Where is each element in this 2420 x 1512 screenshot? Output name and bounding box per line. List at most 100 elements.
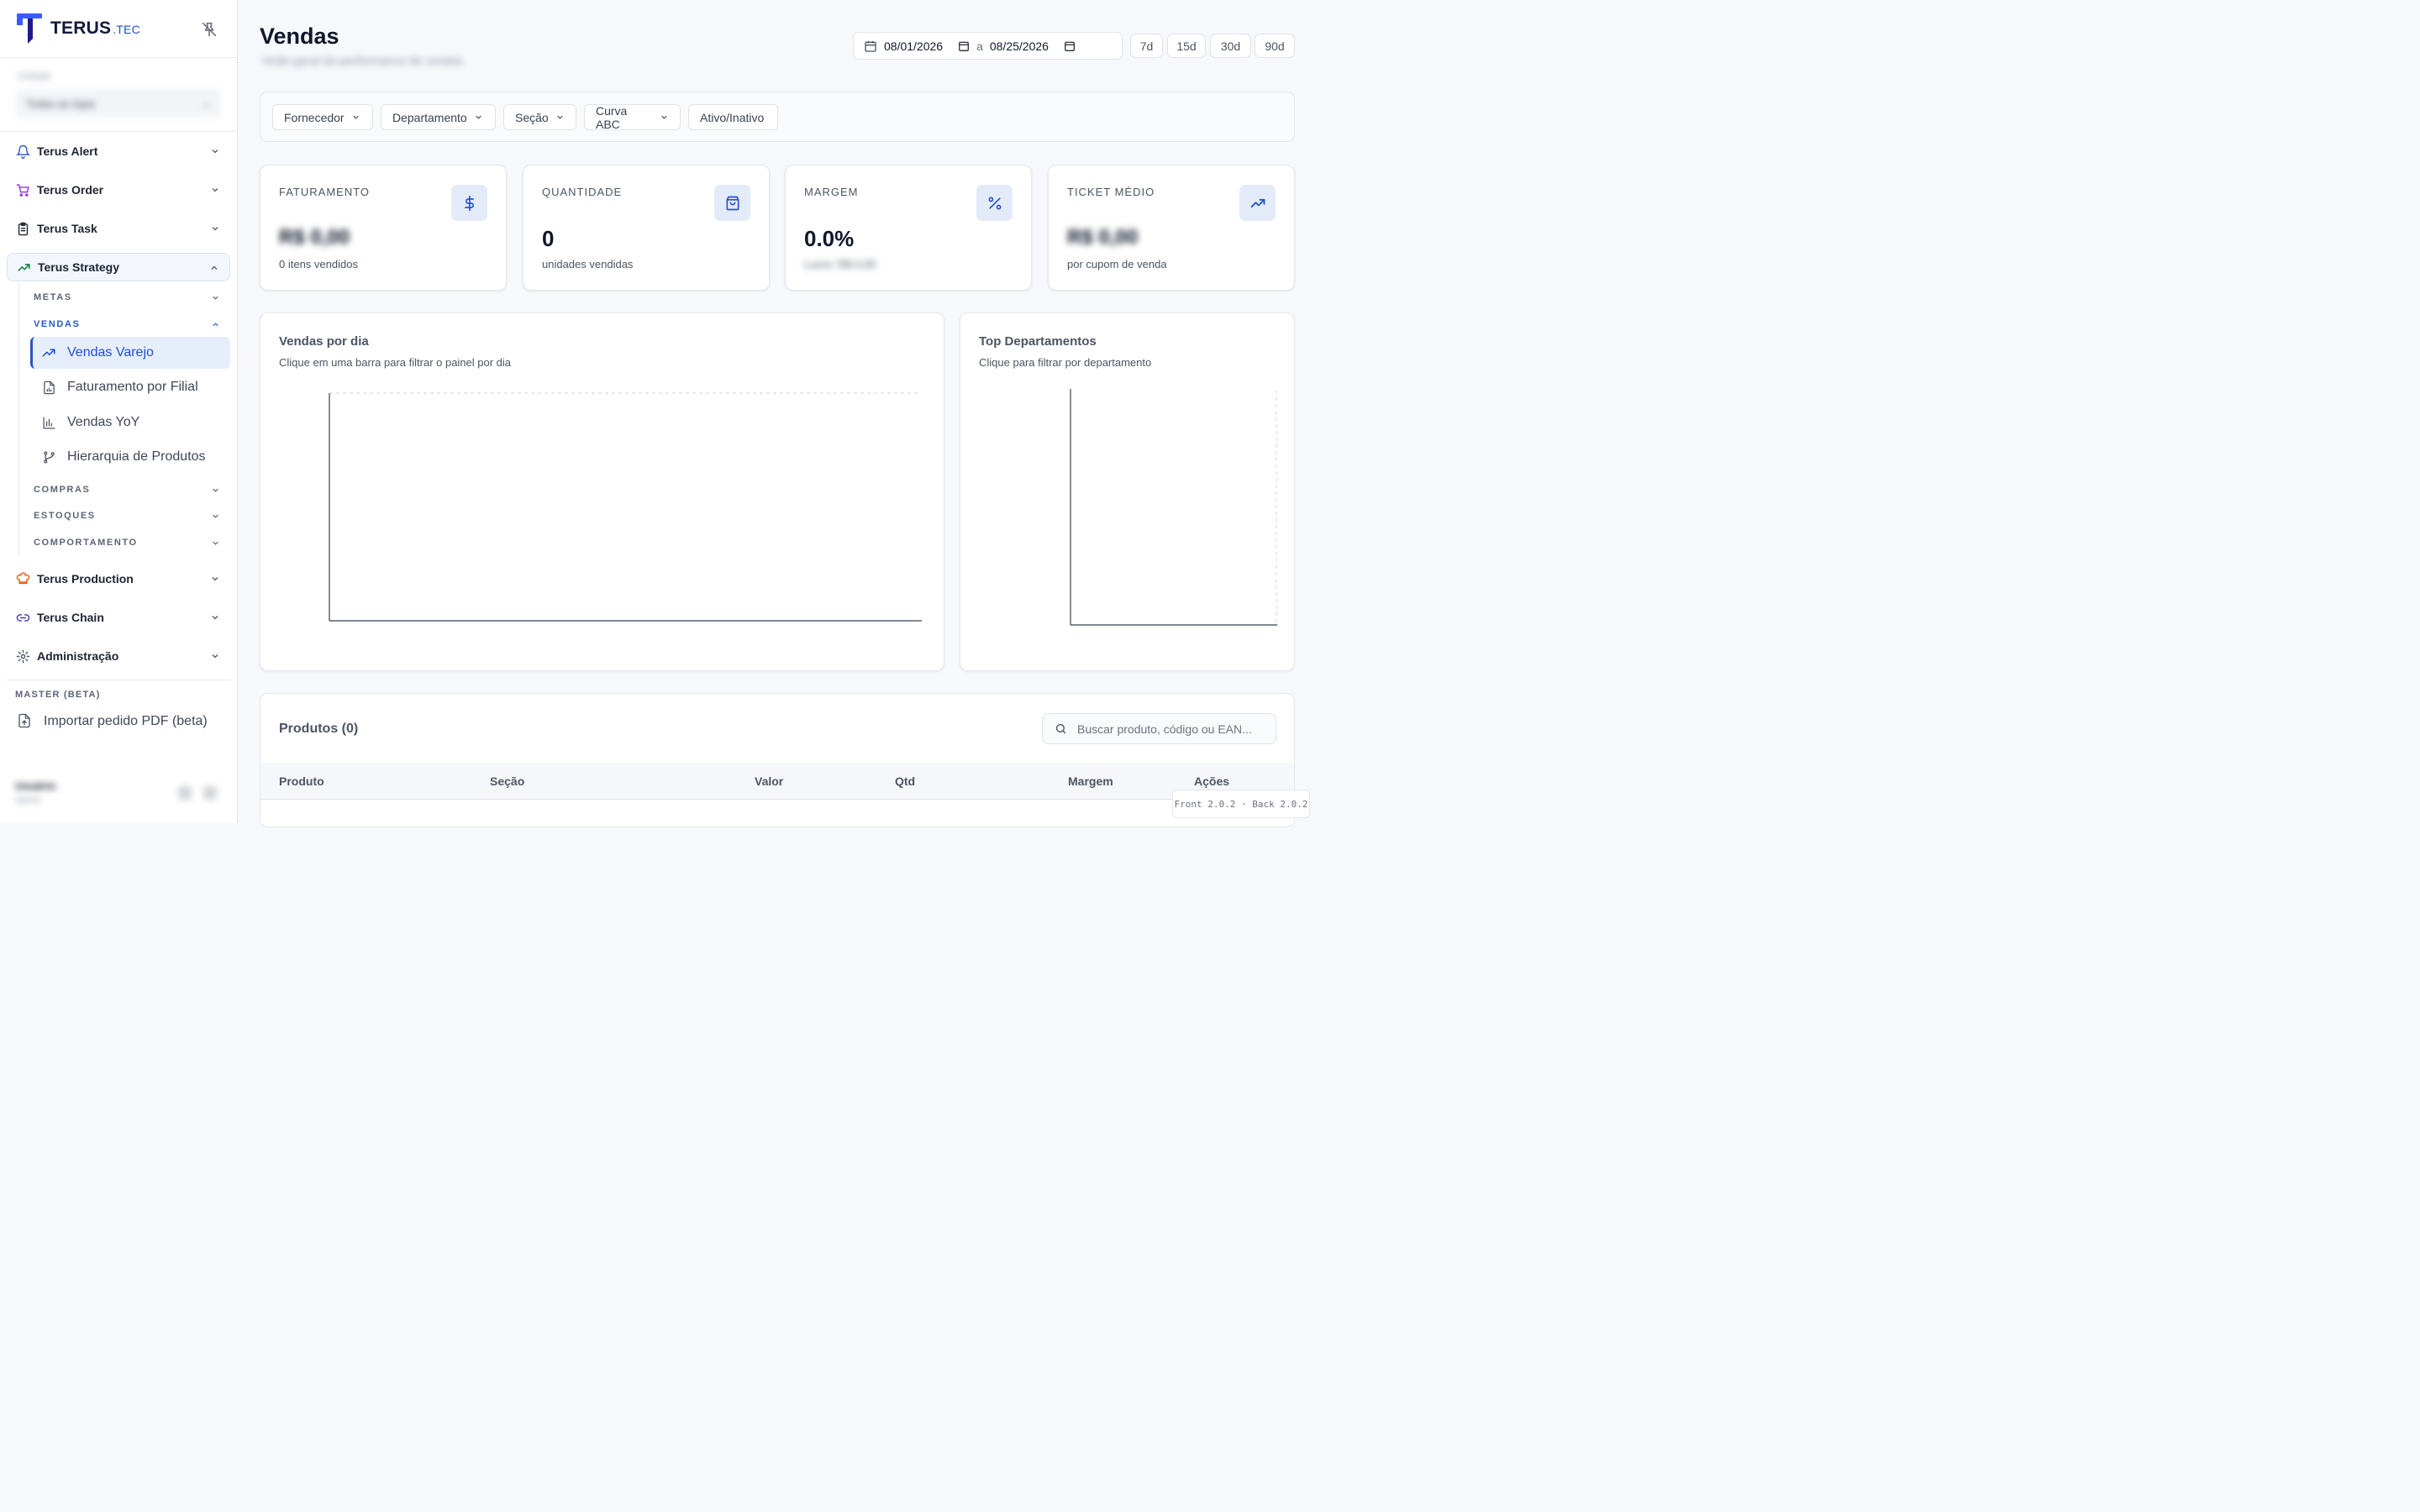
nav-label: Terus Task [37,222,97,235]
calendar-picker-icon[interactable] [1064,40,1076,52]
terus-logo-icon [17,13,42,44]
chevron-down-icon [212,654,218,659]
nav-terus-task[interactable]: Terus Task [7,214,230,243]
filter-ativo-inativo[interactable]: Ativo/Inativo [688,104,778,130]
chevron-up-icon [211,265,218,270]
main-content: Vendas Visão geral da performance de ven… [238,0,1318,827]
filter-fornecedor[interactable]: Fornecedor [272,104,373,130]
menu-vendas-yoy[interactable]: Vendas YoY [30,407,230,438]
nav-administracao[interactable]: Administração [7,642,230,670]
calendar-picker-icon[interactable] [958,40,970,52]
submenu-vendas[interactable]: VENDAS [34,316,224,333]
nav-terus-strategy[interactable]: Terus Strategy [7,253,230,281]
file-chart-icon [40,379,57,396]
submenu-estoques[interactable]: ESTOQUES [34,507,224,524]
kpi-title: TICKET MÉDIO [1067,186,1155,198]
sidebar: TERUS .TEC Unidade Todas as lojas ⌄ Terus … [0,0,238,823]
chevron-down-icon [213,541,218,545]
product-search-input[interactable]: Buscar produto, código ou EAN... [1042,713,1276,744]
page-subtitle: Visão geral da performance de vendas [261,54,464,67]
user-profile[interactable]: Usuário Admin [15,780,225,811]
chevron-down-icon [661,115,667,119]
daily-sales-chart-area[interactable] [260,313,945,672]
date-range-picker[interactable]: 08/01/2026 a 08/25/2026 [853,32,1123,60]
nav-label: Terus Production [37,572,134,585]
filter-departamento[interactable]: Departamento [381,104,496,130]
date-separator: a [976,39,983,53]
kpi-subtitle: 0 itens vendidos [279,258,358,270]
quick-range-90d[interactable]: 90d [1255,34,1295,58]
logout-icon[interactable] [203,786,217,800]
version-badge: Front 2.0.2 · Back 2.0.2 [1172,790,1310,818]
column-header-acoes: Ações [1194,774,1230,788]
chart-top-departamentos: Top Departamentos Clique para filtrar po… [960,312,1295,671]
column-header-secao[interactable]: Seção [490,774,524,788]
kpi-value: R$ 0,00 [1067,226,1139,249]
column-header-valor[interactable]: Valor [755,774,783,788]
menu-faturamento-filial[interactable]: Faturamento por Filial [30,371,230,403]
quick-range-30d[interactable]: 30d [1210,34,1251,58]
submenu-comportamento[interactable]: COMPORTAMENTO [34,534,224,551]
calendar-icon [865,40,876,52]
user-name: Usuário [15,780,56,792]
column-header-margem[interactable]: Margem [1068,774,1113,788]
nav-terus-alert[interactable]: Terus Alert [7,137,230,165]
nav-label: Terus Strategy [38,260,119,274]
column-header-qtd[interactable]: Qtd [895,774,915,788]
kpi-subtitle: por cupom de venda [1067,258,1167,270]
kpi-value: 0.0% [804,226,855,251]
git-branch-icon [40,449,57,465]
date-to-input[interactable]: 08/25/2026 [990,39,1076,53]
brand-name: TERUS .TEC [50,18,140,38]
submenu-metas[interactable]: METAS [34,289,224,306]
chevron-down-icon [213,514,218,518]
nav-terus-production[interactable]: Terus Production [7,564,230,593]
nav-terus-order[interactable]: Terus Order [7,176,230,204]
quick-range-7d[interactable]: 7d [1130,34,1163,58]
quick-range-15d[interactable]: 15d [1167,34,1206,58]
kpi-value: 0 [542,226,555,251]
column-header-produto[interactable]: Produto [279,774,324,788]
nav-terus-chain[interactable]: Terus Chain [7,603,230,632]
shopping-cart-icon [15,182,30,197]
chevron-down-icon [352,115,359,119]
master-section-label: MASTER (BETA) [15,690,101,700]
departments-chart-area[interactable] [960,313,1296,672]
submenu-rail [18,282,19,556]
chevron-down-icon [476,115,481,119]
kpi-quantidade: QUANTIDADE 0 unidades vendidas [523,165,770,291]
kpi-faturamento: FATURAMENTO R$ 0,00 0 itens vendidos [260,165,507,291]
clipboard-icon [15,221,30,236]
store-select[interactable]: Todas as lojas ⌄ [17,90,220,117]
filter-curva-abc[interactable]: Curva ABC [584,104,681,131]
kpi-subtitle: Lucro: R$ 0,00 [804,258,876,270]
nav-label: Terus Alert [37,144,98,158]
kpi-title: MARGEM [804,186,859,198]
page-title: Vendas [260,24,339,49]
search-icon [1055,723,1066,734]
store-selector-block: Unidade Todas as lojas ⌄ [0,58,237,132]
dollar-icon [451,185,487,221]
chevron-down-icon [212,227,218,231]
chevron-down-icon [212,188,218,192]
trending-up-icon [16,260,31,275]
unpin-icon[interactable] [200,20,218,39]
settings-icon[interactable] [178,786,192,800]
submenu-compras[interactable]: COMPRAS [34,481,224,498]
percent-icon [976,185,1013,221]
user-role: Admin [15,795,42,806]
date-from-input[interactable]: 08/01/2026 [884,39,970,53]
kpi-value: R$ 0,00 [279,226,350,249]
kpi-title: FATURAMENTO [279,186,371,198]
products-table-card: Produtos (0) Buscar produto, código ou E… [260,693,1295,827]
menu-importar-pdf[interactable]: Importar pedido PDF (beta) [17,713,208,730]
table-header: Produto Seção Valor Qtd Margem Ações [260,763,1294,800]
store-label: Unidade [17,71,51,81]
kpi-ticket-medio: TICKET MÉDIO R$ 0,00 por cupom de venda [1048,165,1295,291]
products-title: Produtos (0) [279,722,359,736]
menu-vendas-varejo[interactable]: Vendas Varejo [30,337,230,369]
menu-hierarquia-produtos[interactable]: Hierarquia de Produtos [30,441,230,473]
filter-secao[interactable]: Seção [503,104,576,130]
shopping-bag-icon [714,185,750,221]
kpi-subtitle: unidades vendidas [542,258,634,270]
